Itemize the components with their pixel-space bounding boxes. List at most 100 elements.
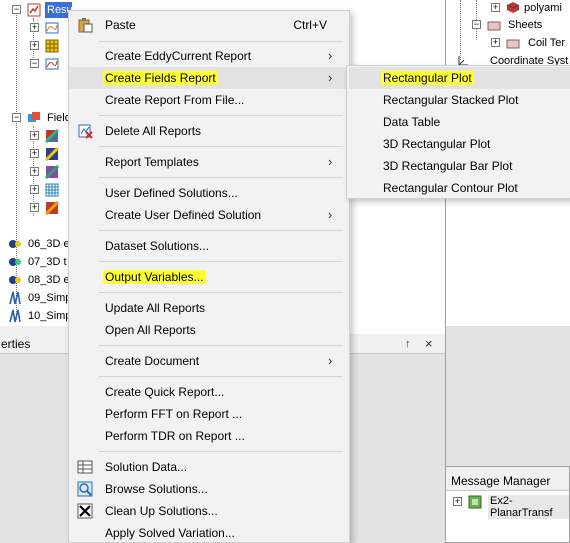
menu-item-shortcut: Ctrl+V [293,18,327,32]
submenu-item-label: 3D Rectangular Bar Plot [383,159,513,173]
menu-item-paste[interactable]: Paste Ctrl+V [69,14,349,36]
pin-icon[interactable]: ↑ [405,338,411,350]
results-icon [27,3,41,17]
tree-node-sheets[interactable]: − Sheets [446,17,570,33]
submenu-item-data-table[interactable]: Data Table [349,111,570,133]
expand-icon[interactable]: + [453,497,462,506]
menu-item-user-defined-solutions[interactable]: User Defined Solutions... [69,182,349,204]
menu-item-create-report-from-file[interactable]: Create Report From File... [69,89,349,111]
submenu-item-3d-rectangular-bar-plot[interactable]: 3D Rectangular Bar Plot [349,155,570,177]
menu-item-open-all-reports[interactable]: Open All Reports [69,319,349,341]
submenu-item-rectangular-stacked-plot[interactable]: Rectangular Stacked Plot [349,89,570,111]
tree-node-field-plot[interactable]: + [0,200,72,216]
tree-node-design[interactable]: 08_3D e [0,272,72,288]
expand-icon[interactable]: + [30,149,39,158]
maxwell-design-icon [9,240,21,248]
design-label[interactable]: 09_Simp [28,290,71,306]
tree-node-report[interactable]: + [0,20,72,36]
tree-node-results[interactable]: − Results [0,2,72,18]
tree-node-design[interactable]: 10_Simp [0,308,72,324]
field-plot-icon [45,201,59,215]
submenu-item-rectangular-contour-plot[interactable]: Rectangular Contour Plot [349,177,570,199]
menu-item-perform-fft[interactable]: Perform FFT on Report ... [69,403,349,425]
collapse-icon[interactable]: − [12,5,21,14]
design-label[interactable]: 10_Simp [28,308,71,324]
menu-item-perform-tdr[interactable]: Perform TDR on Report ... [69,425,349,447]
menu-item-label: Clean Up Solutions... [105,504,218,518]
message-project-label[interactable]: Ex2-PlanarTransf [488,495,569,519]
tree-node-field-plot[interactable]: + [0,146,72,162]
tree-node-design[interactable]: 06_3D e [0,236,72,252]
collapse-icon[interactable]: − [472,20,481,29]
design-label[interactable]: 07_3D t [28,254,67,270]
expand-icon[interactable]: + [491,38,500,47]
menu-item-label: Perform TDR on Report ... [105,429,245,443]
menu-item-output-variables[interactable]: Output Variables... [69,266,349,288]
submenu-item-label: Rectangular Contour Plot [383,181,518,195]
menu-item-apply-solved-variation[interactable]: Apply Solved Variation... [69,522,349,543]
expand-icon[interactable]: + [30,185,39,194]
menu-item-browse-solutions[interactable]: Browse Solutions... [69,478,349,500]
expand-icon[interactable]: + [30,41,39,50]
browse-solutions-icon [77,481,93,497]
clean-up-icon [77,503,93,519]
context-menu: Paste Ctrl+V Create EddyCurrent Report ›… [68,10,350,543]
tree-node-field-plot[interactable]: + [0,182,72,198]
submenu-arrow-icon: › [328,154,333,169]
expand-icon[interactable]: + [30,167,39,176]
tree-node-report[interactable]: − [0,56,72,72]
menu-item-label: Output Variables... [103,270,206,284]
menu-item-solution-data[interactable]: Solution Data... [69,456,349,478]
menu-item-create-document[interactable]: Create Document › [69,350,349,372]
tree-node-coil-terminal[interactable]: + Coil Ter [446,35,570,51]
message-row[interactable]: + Ex2-PlanarTransf [446,493,569,519]
design-label[interactable]: 08_3D e [28,272,70,288]
close-icon[interactable]: × [425,336,433,351]
menu-item-clean-up-solutions[interactable]: Clean Up Solutions... [69,500,349,522]
collapse-icon[interactable]: − [30,59,39,68]
menu-separator [99,345,343,346]
panel-splitter[interactable] [0,326,72,334]
menu-item-label: Create Report From File... [105,93,245,107]
submenu-arrow-icon: › [328,353,333,368]
expand-icon[interactable]: + [30,23,39,32]
menu-item-create-user-defined-solution[interactable]: Create User Defined Solution › [69,204,349,226]
menu-item-create-eddycurrent-report[interactable]: Create EddyCurrent Report › [69,45,349,67]
tree-node-field-overlays[interactable]: − Field [0,110,72,126]
tree-node-design[interactable]: 07_3D t [0,254,72,270]
menu-item-create-fields-report[interactable]: Create Fields Report › [69,67,349,89]
menu-item-report-templates[interactable]: Report Templates › [69,151,349,173]
design-label[interactable]: 06_3D e [28,236,70,252]
submenu-item-label: Rectangular Plot [381,71,474,85]
submenu-item-rectangular-plot[interactable]: Rectangular Plot [349,67,570,89]
workspace-background [445,326,570,466]
menu-item-update-all-reports[interactable]: Update All Reports [69,297,349,319]
expand-icon[interactable]: + [30,203,39,212]
sheets-label[interactable]: Sheets [508,17,542,33]
menu-separator [99,376,343,377]
coil-terminal-label[interactable]: Coil Ter [528,35,565,51]
submenu-arrow-icon: › [328,48,333,63]
menu-item-label: Delete All Reports [105,124,202,138]
menu-item-delete-all-reports[interactable]: Delete All Reports [69,120,349,142]
expand-icon[interactable]: + [30,131,39,140]
collapse-icon[interactable]: − [12,113,21,122]
expand-icon[interactable]: + [491,3,500,12]
menu-separator [99,177,343,178]
tree-node-field-plot[interactable]: + [0,164,72,180]
menu-item-create-quick-report[interactable]: Create Quick Report... [69,381,349,403]
menu-separator [99,451,343,452]
menu-item-label: Solution Data... [105,460,188,474]
2d-design-icon [9,291,21,305]
menu-item-dataset-solutions[interactable]: Dataset Solutions... [69,235,349,257]
tree-node-field-plot[interactable]: + [0,128,72,144]
paste-icon [78,18,93,33]
report-icon [45,22,59,34]
tree-node-material[interactable]: + polyami [446,0,570,16]
tree-node-design[interactable]: 09_Simp [0,290,72,306]
tree-node-report[interactable]: + [0,38,72,54]
material-label[interactable]: polyami [524,0,562,16]
submenu-item-3d-rectangular-plot[interactable]: 3D Rectangular Plot [349,133,570,155]
field-overlays-icon [28,112,40,122]
menu-separator [99,292,343,293]
